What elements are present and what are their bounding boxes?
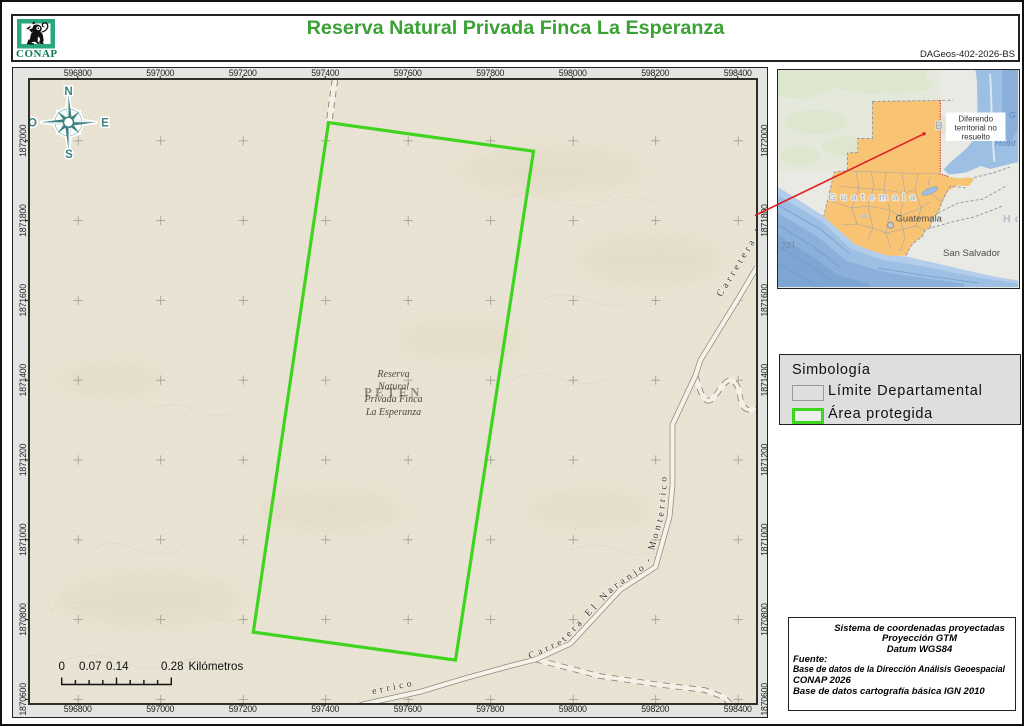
svg-text:Diferendo: Diferendo [958,115,993,124]
svg-text:La Esperanza: La Esperanza [364,407,420,418]
svg-text:0.14: 0.14 [106,660,129,673]
svg-text:S: S [65,149,73,161]
svg-text:O: O [30,117,37,129]
svg-text:Ho: Ho [1003,213,1018,225]
svg-text:N: N [64,86,72,98]
svg-text:San Salvador: San Salvador [943,248,1000,259]
svg-text:0.28: 0.28 [161,660,184,673]
svg-text:0: 0 [58,660,64,673]
svg-text:G: G [1009,110,1016,120]
svg-text:Kilómetros: Kilómetros [188,660,243,673]
svg-text:721: 721 [780,239,796,251]
svg-text:resuelto: resuelto [961,133,990,142]
svg-text:0.07: 0.07 [79,660,102,673]
svg-text:Guatemala: Guatemala [895,214,942,225]
svg-text:E: E [101,117,109,129]
svg-text:Natural: Natural [376,382,408,393]
svg-text:territorial no: territorial no [954,124,997,133]
svg-text:B: B [935,120,943,132]
svg-text:Privada Finca: Privada Finca [363,394,422,405]
svg-text:Reserva: Reserva [376,369,409,380]
svg-text:Guatemala: Guatemala [828,192,920,204]
